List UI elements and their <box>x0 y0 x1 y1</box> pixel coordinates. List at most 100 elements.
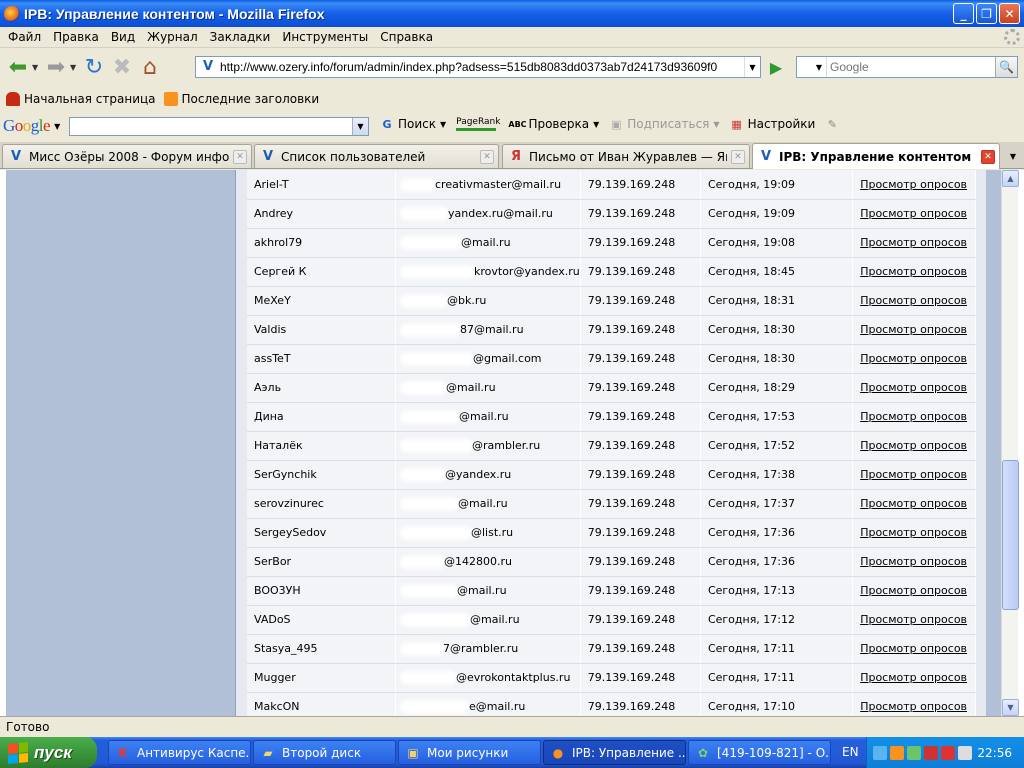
menu-edit[interactable]: Правка <box>47 30 105 44</box>
google-logo[interactable]: Google <box>3 116 51 136</box>
redaction-mark <box>402 587 455 595</box>
menu-bookmarks[interactable]: Закладки <box>204 30 277 44</box>
tray-speaker-icon[interactable] <box>958 745 972 760</box>
view-polls-link[interactable]: Просмотр опросов <box>860 265 967 278</box>
title-bar: IPB: Управление контентом - Mozilla Fire… <box>0 0 1024 27</box>
search-engine-selector[interactable]: ▼ <box>797 57 827 77</box>
taskbar-second-disk[interactable]: ▰ Второй диск <box>253 740 396 765</box>
go-button[interactable]: ▶ <box>764 56 788 78</box>
tab-close-button[interactable]: ✕ <box>731 149 745 164</box>
highlight-button[interactable]: ✎ <box>825 117 839 131</box>
member-ip-cell: 79.139.169.248 <box>580 402 701 432</box>
view-polls-link[interactable]: Просмотр опросов <box>860 700 967 713</box>
reload-button[interactable]: ↻ <box>80 53 108 81</box>
view-polls-link[interactable]: Просмотр опросов <box>860 207 967 220</box>
tab-yandex-mail[interactable]: Я Письмо от Иван Журавлев — Яндек... ✕ <box>502 144 750 168</box>
forward-history-dropdown[interactable]: ▼ <box>70 63 80 72</box>
menu-file[interactable]: Файл <box>2 30 47 44</box>
scroll-up-button[interactable]: ▲ <box>1002 170 1019 187</box>
tray-network-icon[interactable] <box>890 745 904 760</box>
view-polls-link[interactable]: Просмотр опросов <box>860 584 967 597</box>
taskbar-icq[interactable]: ✿ [419-109-821] - О... <box>688 740 831 765</box>
view-polls-link[interactable]: Просмотр опросов <box>860 671 967 684</box>
redaction-mark <box>402 500 456 508</box>
kaspersky-icon: K <box>118 745 128 760</box>
back-history-dropdown[interactable]: ▼ <box>32 63 42 72</box>
view-polls-link[interactable]: Просмотр опросов <box>860 381 967 394</box>
menu-view[interactable]: Вид <box>105 30 141 44</box>
close-button[interactable]: ✕ <box>999 3 1020 24</box>
view-polls-link[interactable]: Просмотр опросов <box>860 555 967 568</box>
google-search-button[interactable]: G Поиск ▼ <box>380 117 446 131</box>
menu-help[interactable]: Справка <box>374 30 439 44</box>
redaction-mark <box>402 239 459 247</box>
tab-ipb-content[interactable]: V IPB: Управление контентом ✕ <box>752 143 1000 169</box>
view-polls-link[interactable]: Просмотр опросов <box>860 294 967 307</box>
vertical-scrollbar[interactable]: ▲ ▼ <box>1001 170 1019 716</box>
forward-button[interactable]: ➡ <box>42 53 70 81</box>
language-indicator[interactable]: EN <box>842 745 859 759</box>
tab-close-button[interactable]: ✕ <box>981 149 995 164</box>
search-input[interactable] <box>827 60 995 74</box>
email-text: @mail.ru <box>457 497 508 510</box>
maximize-button[interactable]: ❐ <box>976 3 997 24</box>
view-polls-link[interactable]: Просмотр опросов <box>860 497 967 510</box>
tab-miss-ozery[interactable]: V Мисс Озёры 2008 - Форум информац... ✕ <box>2 144 252 168</box>
settings-button[interactable]: ▦ Настройки <box>730 117 815 131</box>
bookmark-home[interactable]: Начальная страница <box>6 92 156 106</box>
menu-history[interactable]: Журнал <box>141 30 204 44</box>
search-bar: ▼ 🔍 <box>796 56 1018 78</box>
subscribe-button[interactable]: ▣ Подписаться ▼ <box>609 117 720 131</box>
clock[interactable]: 22:56 <box>977 746 1012 760</box>
home-button[interactable]: ⌂ <box>136 53 164 81</box>
taskbar-firefox[interactable]: ● IPB: Управление ... <box>543 740 686 765</box>
search-button[interactable]: 🔍 <box>995 57 1017 77</box>
back-button[interactable]: ⬅ <box>4 53 32 81</box>
stop-button[interactable]: ✖ <box>108 53 136 81</box>
member-ip-cell: 79.139.169.248 <box>580 692 701 716</box>
redaction-mark <box>402 703 467 711</box>
tray-icq-icon[interactable] <box>907 745 921 760</box>
member-email-cell: @mail.ru <box>395 576 581 606</box>
table-row: Дина @mail.ru 79.139.169.248 Сегодня, 17:53… <box>247 402 976 432</box>
pagerank-indicator[interactable]: PageRank <box>456 117 500 131</box>
url-history-dropdown[interactable]: ▼ <box>744 57 760 77</box>
google-menu-dropdown[interactable]: ▼ <box>54 122 60 131</box>
tray-antivirus-icon[interactable] <box>941 745 955 760</box>
table-row: MakcON e@mail.ru 79.139.169.248 Сегодня, 17… <box>247 692 976 716</box>
bookmark-latest-headlines[interactable]: Последние заголовки <box>163 92 320 106</box>
view-polls-link[interactable]: Просмотр опросов <box>860 178 967 191</box>
start-button[interactable]: пуск <box>0 737 97 768</box>
tab-close-button[interactable]: ✕ <box>233 149 247 164</box>
view-polls-link[interactable]: Просмотр опросов <box>860 468 967 481</box>
view-polls-link[interactable]: Просмотр опросов <box>860 613 967 626</box>
member-email-cell: @rambler.ru <box>395 431 581 461</box>
view-polls-link[interactable]: Просмотр опросов <box>860 526 967 539</box>
bookmark-label: Последние заголовки <box>181 92 320 106</box>
view-polls-link[interactable]: Просмотр опросов <box>860 236 967 249</box>
tray-kaspersky-icon[interactable] <box>924 745 938 760</box>
scroll-down-button[interactable]: ▼ <box>1002 699 1019 716</box>
google-search-dropdown[interactable]: ▼ <box>352 118 368 135</box>
taskbar-kaspersky[interactable]: K Антивирус Каспе... <box>108 740 251 765</box>
member-name-cell: assTeT <box>247 344 396 374</box>
menu-tools[interactable]: Инструменты <box>276 30 374 44</box>
taskbar-my-pictures[interactable]: ▣ Мои рисунки <box>398 740 541 765</box>
view-polls-link[interactable]: Просмотр опросов <box>860 352 967 365</box>
scroll-thumb[interactable] <box>1002 460 1019 610</box>
chevron-down-icon: ▼ <box>713 119 720 129</box>
url-text[interactable]: http://www.ozery.info/forum/admin/index.… <box>220 60 744 74</box>
minimize-button[interactable]: _ <box>953 3 974 24</box>
tab-list-dropdown[interactable]: ▼ <box>1004 146 1022 166</box>
address-bar[interactable]: V http://www.ozery.info/forum/admin/inde… <box>195 56 761 78</box>
tab-user-list[interactable]: V Список пользователей ✕ <box>254 144 499 168</box>
tray-arrow-icon[interactable] <box>873 745 887 760</box>
tab-close-button[interactable]: ✕ <box>480 149 494 164</box>
spellcheck-button[interactable]: ABC Проверка ▼ <box>508 117 599 131</box>
member-date-cell: Сегодня, 17:52 <box>700 431 854 461</box>
view-polls-link[interactable]: Просмотр опросов <box>860 642 967 655</box>
view-polls-link[interactable]: Просмотр опросов <box>860 439 967 452</box>
view-polls-link[interactable]: Просмотр опросов <box>860 410 967 423</box>
view-polls-link[interactable]: Просмотр опросов <box>860 323 967 336</box>
google-search-input[interactable]: ▼ <box>69 117 369 136</box>
